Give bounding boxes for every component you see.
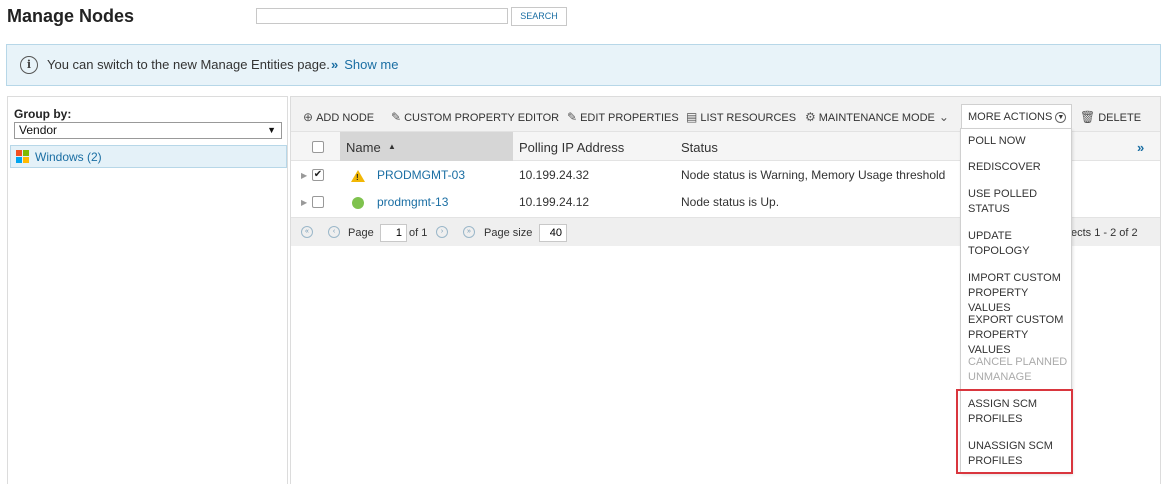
list-resources-label: LIST RESOURCES	[700, 112, 797, 124]
menu-item-unassign-scm-profiles[interactable]: UNASSIGN SCM PROFILES	[968, 439, 1072, 469]
page-title: Manage Nodes	[7, 6, 135, 26]
warning-icon: !	[351, 170, 365, 182]
group-by-value: Vendor	[19, 123, 58, 137]
name-column-header[interactable]: Name ▲	[340, 132, 513, 161]
node-name-link[interactable]: PRODMGMT-03	[377, 168, 465, 182]
menu-item-label: PROPERTY VALUES	[968, 287, 1029, 314]
pencil-icon: ✎	[567, 110, 578, 124]
polling-ip-column-header[interactable]: Polling IP Address	[519, 140, 624, 155]
edit-properties-button[interactable]: ✎ EDIT PROPERTIES	[567, 110, 679, 124]
page-size-input[interactable]	[539, 224, 567, 242]
delete-button[interactable]: 🗑 DELETE	[1080, 110, 1141, 124]
group-by-panel: Group by: Vendor ▼ Windows (2)	[7, 96, 288, 484]
node-status: Node status is Up.	[681, 195, 780, 209]
menu-item-poll-now[interactable]: POLL NOW	[968, 134, 1072, 149]
more-actions-button[interactable]: MORE ACTIONS ▼	[961, 104, 1072, 130]
menu-item-use-polled-status[interactable]: USE POLLED STATUS	[968, 187, 1072, 217]
page-number-input[interactable]	[380, 224, 407, 242]
menu-item-label: UPDATE	[968, 230, 1012, 242]
last-page-icon[interactable]: »	[463, 226, 475, 238]
menu-item-export-custom-property-values[interactable]: EXPORT CUSTOM PROPERTY VALUES	[968, 313, 1072, 358]
group-by-select[interactable]: Vendor ▼	[14, 122, 282, 139]
menu-item-label: STATUS	[968, 203, 1010, 215]
double-chevron-right-icon: »	[331, 57, 339, 72]
custom-property-editor-label: CUSTOM PROPERTY EDITOR	[404, 112, 560, 124]
info-banner-text: You can switch to the new Manage Entitie…	[47, 57, 330, 72]
menu-item-label: PROFILES	[968, 413, 1023, 425]
double-chevron-right-icon[interactable]: »	[1137, 140, 1144, 155]
menu-item-import-custom-property-values[interactable]: IMPORT CUSTOM PROPERTY VALUES	[968, 271, 1072, 316]
node-ip: 10.199.24.32	[519, 168, 590, 182]
pager-summary: ects 1 - 2 of 2	[1071, 227, 1138, 239]
menu-item-update-topology[interactable]: UPDATE TOPOLOGY	[968, 229, 1072, 259]
menu-item-rediscover[interactable]: REDISCOVER	[968, 160, 1072, 175]
wrench-icon: ⚙	[805, 110, 816, 124]
list-resources-button[interactable]: ▤ LIST RESOURCES	[686, 110, 796, 124]
status-column-header[interactable]: Status	[681, 140, 718, 155]
add-node-button[interactable]: ⊕ ADD NODE	[303, 110, 374, 124]
first-page-icon[interactable]: «	[301, 226, 313, 238]
select-all-checkbox[interactable]	[312, 141, 324, 153]
delete-label: DELETE	[1098, 112, 1142, 124]
chevron-down-circle-icon: ⌄	[938, 110, 949, 124]
menu-item-label: CANCEL PLANNED	[968, 356, 1068, 368]
menu-item-label: EXPORT CUSTOM	[968, 314, 1064, 326]
group-item-windows[interactable]: Windows (2)	[10, 145, 287, 168]
show-me-label: Show me	[344, 57, 399, 72]
menu-item-label: USE POLLED	[968, 188, 1038, 200]
row-checkbox[interactable]	[312, 196, 324, 208]
maintenance-mode-button[interactable]: ⚙ MAINTENANCE MODE ⌄	[805, 110, 952, 124]
menu-item-label: UNASSIGN SCM	[968, 440, 1053, 452]
show-me-link[interactable]: » Show me	[331, 57, 398, 72]
info-banner: i You can switch to the new Manage Entit…	[6, 44, 1161, 86]
toolbar: ⊕ ADD NODE ✎ CUSTOM PROPERTY EDITOR ✎ EDIT …	[291, 97, 1160, 132]
menu-item-assign-scm-profiles[interactable]: ASSIGN SCM PROFILES	[968, 397, 1072, 427]
menu-item-label: PROPERTY VALUES	[968, 329, 1029, 356]
maintenance-mode-label: MAINTENANCE MODE	[818, 112, 935, 124]
page-label: Page	[348, 227, 374, 239]
custom-property-editor-button[interactable]: ✎ CUSTOM PROPERTY EDITOR	[391, 110, 559, 124]
page-size-label: Page size	[484, 227, 533, 239]
pencil-icon: ✎	[391, 110, 402, 124]
name-column-label: Name	[346, 140, 381, 155]
menu-item-label: IMPORT CUSTOM	[968, 272, 1061, 284]
next-page-icon[interactable]: ›	[436, 226, 448, 238]
group-item-label: Windows (2)	[35, 150, 102, 164]
node-status: Node status is Warning, Memory Usage thr…	[681, 168, 946, 182]
expand-row-icon[interactable]: ▶	[301, 198, 307, 207]
menu-item-label: POLL NOW	[968, 135, 1026, 147]
page-count-label: of 1	[409, 227, 428, 239]
trash-icon: 🗑	[1080, 110, 1096, 124]
menu-item-label: TOPOLOGY	[968, 245, 1030, 257]
group-by-label: Group by:	[14, 107, 72, 121]
caret-down-icon: ▼	[267, 125, 276, 135]
more-actions-label: MORE ACTIONS	[968, 111, 1053, 123]
add-node-label: ADD NODE	[316, 112, 375, 124]
expand-row-icon[interactable]: ▶	[301, 171, 307, 180]
node-name-link[interactable]: prodmgmt-13	[377, 195, 448, 209]
edit-properties-label: EDIT PROPERTIES	[580, 112, 679, 124]
menu-item-label: REDISCOVER	[968, 161, 1041, 173]
menu-item-label: PROFILES	[968, 455, 1023, 467]
menu-item-label: UNMANAGE	[968, 371, 1032, 383]
up-status-icon	[352, 197, 364, 209]
more-actions-menu: POLL NOW REDISCOVER USE POLLED STATUS UPD…	[960, 128, 1072, 473]
menu-item-label: ASSIGN SCM	[968, 398, 1038, 410]
menu-item-cancel-planned-unmanage: CANCEL PLANNED UNMANAGE	[968, 355, 1072, 385]
document-list-icon: ▤	[686, 110, 698, 124]
search-button[interactable]: SEARCH	[511, 7, 567, 26]
previous-page-icon[interactable]: ‹	[328, 226, 340, 238]
row-checkbox[interactable]: ✔	[312, 169, 324, 181]
node-ip: 10.199.24.12	[519, 195, 590, 209]
windows-logo-icon	[16, 150, 30, 164]
search-input[interactable]	[256, 8, 508, 24]
plus-circle-icon: ⊕	[303, 110, 314, 124]
sort-ascending-icon: ▲	[388, 142, 396, 151]
info-icon: i	[20, 56, 38, 74]
chevron-down-circle-icon: ▼	[1055, 111, 1067, 123]
